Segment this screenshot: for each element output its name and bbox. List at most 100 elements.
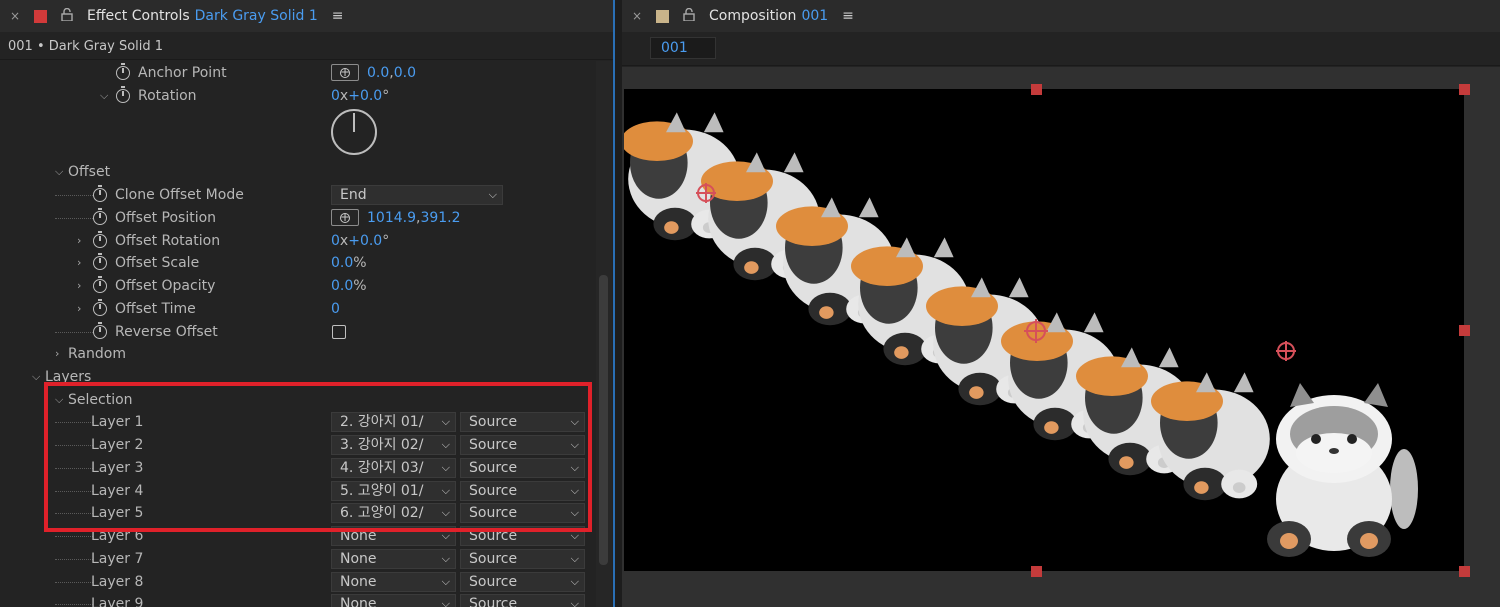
stopwatch-icon[interactable] [93, 253, 107, 270]
layer-mode-dropdown[interactable]: Source ⌵ [460, 572, 585, 592]
stopwatch-icon[interactable] [93, 299, 107, 316]
panel-title: Effect Controls [87, 8, 190, 24]
layer-label: Layer 8 [91, 574, 144, 590]
chevron-down-icon[interactable]: ⌵ [55, 389, 63, 411]
chevron-right-icon[interactable]: › [55, 343, 59, 365]
composition-canvas[interactable] [624, 89, 1464, 571]
chevron-down-icon: ⌵ [441, 438, 450, 451]
layer-mode-dropdown[interactable]: Source ⌵ [460, 594, 585, 607]
layer-mode-dropdown[interactable]: Source ⌵ [460, 412, 585, 432]
chevron-down-icon: ⌵ [441, 484, 450, 497]
layer-row: Layer 9 None ⌵ Source ⌵ [0, 593, 592, 607]
tree-line [55, 536, 93, 537]
group-label: Selection [68, 392, 133, 408]
comp-breadcrumb-chip[interactable]: 001 [650, 37, 716, 59]
panel-menu-icon[interactable]: ≡ [842, 8, 854, 24]
layer-source-dropdown[interactable]: None ⌵ [331, 526, 456, 546]
clone-offset-mode-dropdown[interactable]: End ⌵ [331, 185, 503, 205]
layer-source-dropdown[interactable]: None ⌵ [331, 572, 456, 592]
panel-subtitle-comp[interactable]: 001 [801, 8, 828, 24]
reverse-offset-checkbox[interactable] [332, 325, 346, 339]
panel-menu-icon[interactable]: ≡ [332, 8, 344, 24]
chevron-down-icon[interactable]: ⌵ [55, 161, 63, 183]
chevron-right-icon[interactable]: › [77, 298, 81, 320]
chevron-down-icon: ⌵ [570, 552, 579, 565]
layer-mode-dropdown[interactable]: Source ⌵ [460, 549, 585, 569]
offset-opacity-value[interactable]: 0.0% [331, 275, 367, 297]
lock-icon[interactable] [683, 7, 697, 24]
prop-reverse-offset: Reverse Offset [0, 321, 592, 343]
chevron-down-icon[interactable]: ⌵ [32, 366, 40, 388]
vertical-scrollbar[interactable] [596, 61, 612, 607]
rotation-value[interactable]: 0x+0.0° [331, 85, 389, 107]
tree-line [55, 445, 93, 446]
layer-mode-dropdown[interactable]: Source ⌵ [460, 435, 585, 455]
effect-properties: Anchor Point 0.0,0.0 ⌵ Rotation 0x+0.0° … [0, 61, 592, 607]
chevron-right-icon[interactable]: › [77, 230, 81, 252]
chevron-down-icon: ⌵ [570, 438, 579, 451]
panel-subtitle-layer[interactable]: Dark Gray Solid 1 [195, 8, 318, 24]
prop-label: Offset Time [115, 301, 196, 317]
anchor-x-value[interactable]: 0.0,0.0 [367, 62, 416, 84]
rotation-dial[interactable] [331, 109, 377, 155]
transform-handle-top-right[interactable] [1459, 84, 1470, 95]
tree-line [55, 332, 93, 333]
crosshair-icon[interactable] [331, 61, 359, 83]
offset-rotation-value[interactable]: 0x+0.0° [331, 230, 389, 252]
composition-viewer[interactable] [622, 67, 1500, 607]
chevron-down-icon: ⌵ [570, 484, 579, 497]
layer-source-dropdown[interactable]: 2. 강아지 01/⌵ [331, 412, 456, 432]
tree-line [55, 582, 93, 583]
prop-label: Offset Rotation [115, 233, 221, 249]
close-tab-icon[interactable]: × [632, 9, 646, 23]
group-selection[interactable]: ⌵ Selection [0, 389, 592, 411]
offset-position-value[interactable]: 1014.9,391.2 [367, 207, 461, 229]
layer-mode-dropdown[interactable]: Source ⌵ [460, 481, 585, 501]
layer-mode-dropdown[interactable]: Source ⌵ [460, 503, 585, 523]
layer-row: Layer 2 3. 강아지 02/⌵ Source ⌵ [0, 434, 592, 456]
stopwatch-icon[interactable] [93, 208, 107, 225]
group-offset[interactable]: ⌵ Offset [0, 161, 592, 183]
crosshair-icon[interactable] [331, 206, 359, 228]
offset-time-value[interactable]: 0 [331, 298, 340, 320]
layer-mode-dropdown[interactable]: Source ⌵ [460, 458, 585, 478]
stopwatch-icon[interactable] [93, 322, 107, 339]
transform-handle-top[interactable] [1031, 84, 1042, 95]
prop-offset-opacity: › Offset Opacity 0.0% [0, 275, 592, 297]
scrollbar-thumb[interactable] [599, 275, 608, 565]
tree-line [55, 559, 93, 560]
layer-mode-dropdown[interactable]: Source ⌵ [460, 526, 585, 546]
chevron-right-icon[interactable]: › [77, 252, 81, 274]
transform-handle-right[interactable] [1459, 325, 1470, 336]
layer-source-dropdown[interactable]: None ⌵ [331, 549, 456, 569]
stopwatch-icon[interactable] [116, 63, 130, 80]
composition-tab[interactable]: × Composition 001 ≡ [622, 0, 1500, 32]
offset-scale-value[interactable]: 0.0% [331, 252, 367, 274]
layer-source-dropdown[interactable]: 3. 강아지 02/⌵ [331, 435, 456, 455]
group-random[interactable]: › Random [0, 343, 592, 365]
prop-label: Reverse Offset [115, 324, 218, 340]
group-layers[interactable]: ⌵ Layers [0, 366, 592, 388]
chevron-down-icon: ⌵ [570, 461, 579, 474]
layer-source-dropdown[interactable]: 6. 고양이 02/⌵ [331, 503, 456, 523]
chevron-down-icon: ⌵ [441, 575, 450, 588]
stopwatch-icon[interactable] [93, 231, 107, 248]
transform-handle-bottom-right[interactable] [1459, 566, 1470, 577]
chevron-down-icon[interactable]: ⌵ [100, 85, 108, 107]
tree-line [55, 195, 93, 196]
close-tab-icon[interactable]: × [10, 9, 24, 23]
label-color-swatch[interactable] [34, 9, 47, 23]
prop-label: Clone Offset Mode [115, 187, 244, 203]
layer-label: Layer 1 [91, 414, 144, 430]
stopwatch-icon[interactable] [116, 86, 130, 103]
transform-handle-bottom[interactable] [1031, 566, 1042, 577]
chevron-right-icon[interactable]: › [77, 275, 81, 297]
layer-source-dropdown[interactable]: 5. 고양이 01/⌵ [331, 481, 456, 501]
label-color-swatch[interactable] [656, 9, 669, 23]
lock-icon[interactable] [61, 7, 75, 24]
layer-source-dropdown[interactable]: 4. 강아지 03/⌵ [331, 458, 456, 478]
stopwatch-icon[interactable] [93, 185, 107, 202]
layer-source-dropdown[interactable]: None ⌵ [331, 594, 456, 607]
stopwatch-icon[interactable] [93, 276, 107, 293]
effect-controls-tab[interactable]: × Effect Controls Dark Gray Solid 1 ≡ [0, 0, 613, 32]
